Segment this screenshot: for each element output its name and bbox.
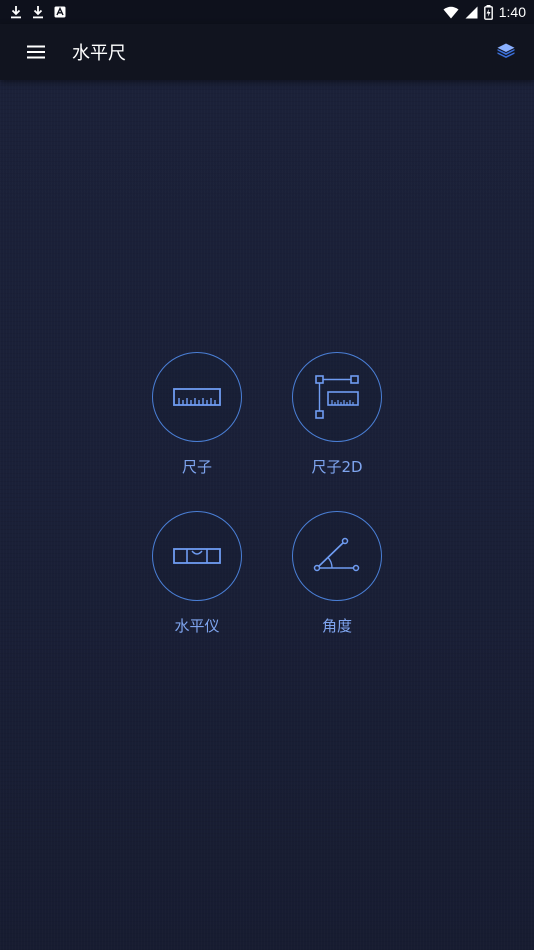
tool-label: 角度: [321, 617, 352, 635]
hamburger-menu-icon: [27, 45, 45, 59]
download-icon: [32, 5, 44, 19]
protractor-angle-icon: [313, 536, 361, 576]
menu-button[interactable]: [8, 24, 64, 80]
tool-label: 尺子: [181, 458, 212, 476]
wifi-icon: [443, 6, 459, 19]
tool-ruler-2d[interactable]: 尺子2D: [277, 352, 397, 477]
status-bar-system: 1:40: [443, 4, 526, 20]
download-icon: [10, 5, 22, 19]
signal-icon: [465, 6, 478, 19]
tool-angle[interactable]: 角度: [277, 511, 397, 636]
app-bar: 水平尺: [0, 24, 534, 80]
status-bar: 1:40: [0, 0, 534, 24]
spirit-level-icon: [173, 547, 221, 565]
tool-label: 尺子2D: [311, 458, 363, 476]
layers-icon: [496, 42, 516, 62]
ruler-icon: [173, 387, 221, 407]
angle-button[interactable]: [292, 511, 382, 601]
ruler-2d-button[interactable]: [292, 352, 382, 442]
spirit-level-button[interactable]: [152, 511, 242, 601]
ruler-button[interactable]: [152, 352, 242, 442]
status-time: 1:40: [498, 4, 526, 20]
battery-icon: [483, 4, 493, 20]
tool-label: 水平仪: [174, 617, 220, 635]
screen: 1:40 水平尺 尺子 尺子2D 水平仪 角度: [0, 0, 534, 950]
app-notification-icon: [54, 6, 66, 18]
layers-button[interactable]: [492, 38, 520, 66]
ruler-2d-icon: [314, 374, 360, 420]
tool-spirit-level[interactable]: 水平仪: [137, 511, 257, 636]
page-title: 水平尺: [72, 43, 126, 64]
tool-ruler[interactable]: 尺子: [137, 352, 257, 477]
status-bar-notifications: [10, 5, 66, 19]
